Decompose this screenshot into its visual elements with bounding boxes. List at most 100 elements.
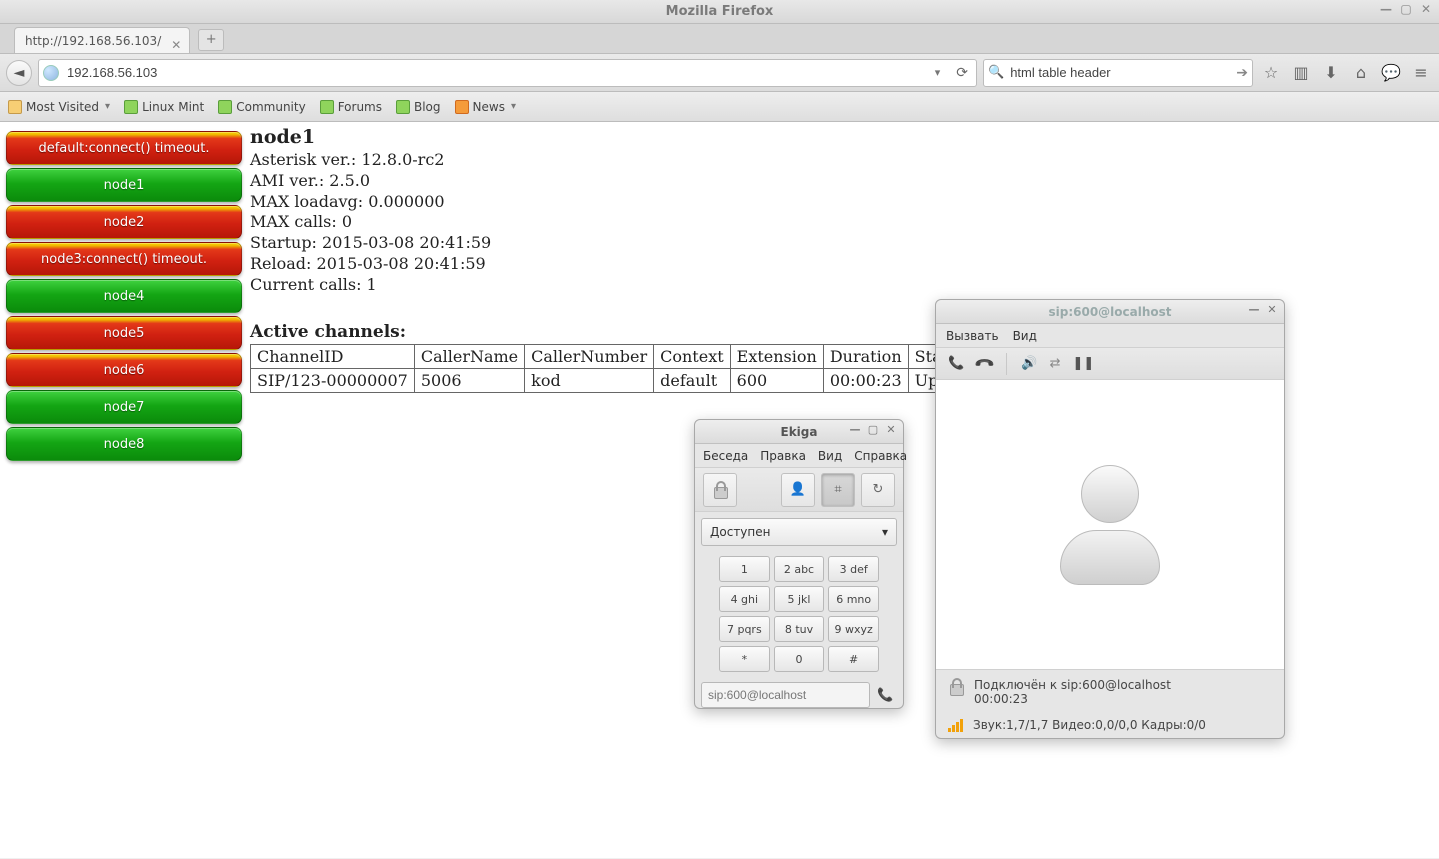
bookmark-forums[interactable]: Forums <box>320 100 382 114</box>
key-6[interactable]: 6 mno <box>828 586 879 612</box>
key-1[interactable]: 1 <box>719 556 770 582</box>
cell-callernumber: kod <box>525 368 654 392</box>
tab-label: http://192.168.56.103/ <box>25 34 161 48</box>
avatar <box>1055 465 1165 585</box>
th-callernumber: CallerNumber <box>525 344 654 368</box>
rss-icon <box>455 100 469 114</box>
call-status: Подключён к sip:600@localhost 00:00:23 <box>936 670 1284 714</box>
pause-icon[interactable]: ❚❚ <box>1072 356 1094 371</box>
reload-icon[interactable]: ⟳ <box>952 65 972 81</box>
ekiga-menu-help[interactable]: Справка <box>854 449 907 463</box>
call-toolbar: 📞 📞 🔊 ⇄ ❚❚ <box>936 348 1284 380</box>
node-button-node6[interactable]: node6 <box>6 353 242 387</box>
ekiga-title: Ekiga <box>781 425 818 439</box>
ekiga-history-button[interactable]: ↻ <box>861 473 895 507</box>
node-button-node4[interactable]: node4 <box>6 279 242 313</box>
hamburger-menu-icon[interactable]: ≡ <box>1409 61 1433 85</box>
key-4[interactable]: 4 ghi <box>719 586 770 612</box>
ekiga-window[interactable]: Ekiga — ▢ ✕ Беседа Правка Вид Справка 👤 … <box>694 419 904 709</box>
cell-channelid: SIP/123-00000007 <box>251 368 415 392</box>
bookmark-linux-mint[interactable]: Linux Mint <box>124 100 204 114</box>
key-2[interactable]: 2 abc <box>774 556 825 582</box>
search-icon: 🔍 <box>988 65 1004 80</box>
table-row: SIP/123-00000007 5006 kod default 600 00… <box>251 368 965 392</box>
chat-icon[interactable]: 💬 <box>1379 61 1403 85</box>
lock-icon <box>948 678 964 696</box>
node-button-node8[interactable]: node8 <box>6 427 242 461</box>
ekiga-contacts-button[interactable]: 👤 <box>781 473 815 507</box>
cell-extension: 600 <box>730 368 823 392</box>
bookmarks-list-icon[interactable]: ▥ <box>1289 61 1313 85</box>
key-7[interactable]: 7 pqrs <box>719 616 770 642</box>
hangup-icon[interactable]: 📞 <box>973 352 995 374</box>
search-go-icon[interactable]: ➔ <box>1236 65 1248 81</box>
ekiga-status-select[interactable]: Доступен ▾ <box>701 518 897 546</box>
downloads-icon[interactable]: ⬇ <box>1319 61 1343 85</box>
call-menu-call[interactable]: Вызвать <box>946 329 999 343</box>
key-3[interactable]: 3 def <box>828 556 879 582</box>
ekiga-dialpad: 1 2 abc 3 def 4 ghi 5 jkl 6 mno 7 pqrs 8… <box>695 552 903 676</box>
firefox-navbar: ◄ ▾ ⟳ 🔍 ➔ ☆ ▥ ⬇ ⌂ 💬 ≡ <box>0 54 1439 92</box>
ekiga-menu-chat[interactable]: Беседа <box>703 449 748 463</box>
call-menu-view[interactable]: Вид <box>1013 329 1037 343</box>
call-window[interactable]: sip:600@localhost — ✕ Вызвать Вид 📞 📞 🔊 … <box>935 299 1285 739</box>
node-button-node3[interactable]: node3:connect() timeout. <box>6 242 242 276</box>
chevron-down-icon: ▾ <box>882 525 888 539</box>
firefox-titlebar: Mozilla Firefox — ▢ ✕ <box>0 0 1439 24</box>
th-callername: CallerName <box>414 344 524 368</box>
ekiga-toolbar: 👤 ⌗ ↻ <box>695 468 903 512</box>
cell-callername: 5006 <box>414 368 524 392</box>
bookmark-news[interactable]: News ▾ <box>455 100 516 114</box>
chevron-down-icon: ▾ <box>105 101 110 112</box>
node-button-node2[interactable]: node2 <box>6 205 242 239</box>
lock-icon <box>712 481 728 499</box>
bookmark-blog[interactable]: Blog <box>396 100 441 114</box>
ekiga-menu-edit[interactable]: Правка <box>760 449 806 463</box>
search-box[interactable]: 🔍 ➔ <box>983 59 1253 87</box>
reload-time: Reload: 2015-03-08 20:41:59 <box>250 254 965 275</box>
bookmark-community[interactable]: Community <box>218 100 305 114</box>
key-0[interactable]: 0 <box>774 646 825 672</box>
bookmark-most-visited[interactable]: Most Visited ▾ <box>8 100 110 114</box>
call-minimize-icon[interactable]: — <box>1246 302 1262 318</box>
browser-tab[interactable]: http://192.168.56.103/ ✕ <box>14 27 190 53</box>
th-duration: Duration <box>823 344 908 368</box>
node-button-node5[interactable]: node5 <box>6 316 242 350</box>
key-5[interactable]: 5 jkl <box>774 586 825 612</box>
ekiga-dialpad-button[interactable]: ⌗ <box>821 473 855 507</box>
back-button[interactable]: ◄ <box>6 60 32 86</box>
close-icon[interactable]: ✕ <box>1417 0 1435 18</box>
url-input[interactable] <box>65 64 923 81</box>
key-hash[interactable]: # <box>828 646 879 672</box>
mint-icon <box>218 100 232 114</box>
home-icon[interactable]: ⌂ <box>1349 61 1373 85</box>
ekiga-sip-input[interactable] <box>701 682 870 708</box>
call-close-icon[interactable]: ✕ <box>1264 302 1280 318</box>
transfer-icon[interactable]: ⇄ <box>1050 356 1061 371</box>
new-tab-button[interactable]: + <box>198 29 224 51</box>
node-button-node7[interactable]: node7 <box>6 390 242 424</box>
search-input[interactable] <box>1008 64 1232 81</box>
url-history-dropdown[interactable]: ▾ <box>929 66 947 79</box>
call-titlebar[interactable]: sip:600@localhost — ✕ <box>936 300 1284 324</box>
speaker-icon[interactable]: 🔊 <box>1021 356 1037 371</box>
key-9[interactable]: 9 wxyz <box>828 616 879 642</box>
pickup-icon[interactable]: 📞 <box>948 356 964 371</box>
ekiga-titlebar[interactable]: Ekiga — ▢ ✕ <box>695 420 903 444</box>
url-box[interactable]: ▾ ⟳ <box>38 59 977 87</box>
bookmark-star-icon[interactable]: ☆ <box>1259 61 1283 85</box>
key-8[interactable]: 8 tuv <box>774 616 825 642</box>
minimize-icon[interactable]: — <box>1377 0 1395 18</box>
key-star[interactable]: * <box>719 646 770 672</box>
tab-close-icon[interactable]: ✕ <box>169 32 183 46</box>
ekiga-maximize-icon[interactable]: ▢ <box>865 422 881 438</box>
ekiga-close-icon[interactable]: ✕ <box>883 422 899 438</box>
ekiga-call-button[interactable]: 📞 <box>874 682 897 708</box>
ekiga-lock-button[interactable] <box>703 473 737 507</box>
maximize-icon[interactable]: ▢ <box>1397 0 1415 18</box>
ekiga-menu-view[interactable]: Вид <box>818 449 842 463</box>
node-button-default[interactable]: default:connect() timeout. <box>6 131 242 165</box>
ekiga-minimize-icon[interactable]: — <box>847 422 863 438</box>
signal-bars-icon <box>948 719 963 732</box>
node-button-node1[interactable]: node1 <box>6 168 242 202</box>
